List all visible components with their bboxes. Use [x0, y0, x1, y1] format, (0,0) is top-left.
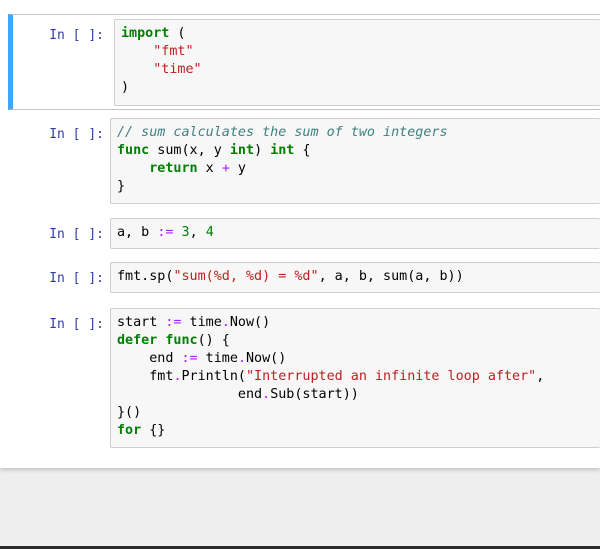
- code-token: return: [149, 161, 198, 176]
- code-cell-print[interactable]: In [ ]: fmt.sp("sum(%d, %d) = %d", a, b,…: [8, 257, 600, 297]
- cell-prompt: In [ ]:: [49, 28, 104, 43]
- code-token: Now(): [229, 315, 271, 330]
- code-text[interactable]: a, b := 3, 4: [111, 219, 600, 242]
- code-token: func: [165, 333, 198, 348]
- code-token: 3: [181, 225, 190, 240]
- code-editor[interactable]: import ( "fmt" "time" ): [114, 19, 600, 106]
- code-token: }(): [117, 405, 142, 420]
- code-token: "Interrupted an infinite loop after": [246, 369, 537, 384]
- code-text[interactable]: start := time.Now() defer func() { end :…: [111, 309, 600, 440]
- code-text[interactable]: // sum calculates the sum of two integer…: [111, 119, 600, 196]
- code-token: sum(x, y: [149, 143, 230, 158]
- code-token: "time": [153, 62, 202, 77]
- code-token: defer: [117, 333, 158, 348]
- code-token: {: [294, 143, 311, 158]
- code-token: end: [117, 387, 263, 402]
- code-token: start: [117, 315, 166, 330]
- code-cell-sum-func[interactable]: In [ ]: // sum calculates the sum of two…: [8, 113, 600, 207]
- code-token: func: [117, 143, 150, 158]
- code-token: int: [270, 143, 295, 158]
- code-token: :=: [157, 225, 174, 240]
- code-token: fmt: [117, 369, 174, 384]
- code-token: ,: [536, 369, 545, 384]
- code-cell-loop[interactable]: In [ ]: start := time.Now() defer func()…: [8, 303, 600, 451]
- code-token: time: [197, 351, 238, 366]
- code-token: , a, b, sum(a, b)): [318, 269, 464, 284]
- code-token: end: [117, 351, 182, 366]
- cell-prompt: In [ ]:: [49, 127, 104, 142]
- code-token: time: [181, 315, 222, 330]
- code-token: "sum(%d, %d) = %d": [173, 269, 319, 284]
- code-token: fmt.sp(: [117, 269, 174, 284]
- code-token: :=: [181, 351, 198, 366]
- code-token: // sum calculates the sum of two integer…: [117, 125, 448, 140]
- code-cell-assign[interactable]: In [ ]: a, b := 3, 4: [8, 213, 600, 253]
- notebook-container: In [ ]: import ( "fmt" "time" ) In [ ]: …: [0, 0, 600, 468]
- cell-prompt: In [ ]:: [49, 227, 104, 242]
- code-editor[interactable]: // sum calculates the sum of two integer…: [110, 118, 600, 204]
- code-token: 4: [205, 225, 214, 240]
- code-token: "fmt": [153, 44, 194, 59]
- cell-prompt: In [ ]:: [49, 271, 104, 286]
- code-token: for: [117, 423, 142, 438]
- code-token: Sub(start)): [270, 387, 359, 402]
- code-token: +: [221, 161, 230, 176]
- code-token: (: [169, 26, 186, 41]
- code-token: x: [197, 161, 222, 176]
- code-token: }: [117, 179, 126, 194]
- code-token: int: [229, 143, 255, 158]
- code-token: :=: [165, 315, 182, 330]
- code-token: .: [262, 387, 271, 402]
- code-cell-imports[interactable]: In [ ]: import ( "fmt" "time" ): [8, 14, 600, 110]
- code-token: ): [254, 143, 271, 158]
- code-token: y: [229, 161, 246, 176]
- code-text[interactable]: fmt.sp("sum(%d, %d) = %d", a, b, sum(a, …: [111, 263, 600, 286]
- code-token: import: [121, 26, 170, 41]
- code-text[interactable]: import ( "fmt" "time" ): [115, 20, 600, 97]
- code-editor[interactable]: a, b := 3, 4: [110, 218, 600, 249]
- code-token: .: [237, 351, 246, 366]
- code-token: .: [173, 369, 182, 384]
- cell-prompt: In [ ]:: [49, 317, 104, 332]
- code-editor[interactable]: start := time.Now() defer func() { end :…: [110, 308, 600, 448]
- code-token: ,: [189, 225, 206, 240]
- code-token: .: [221, 315, 230, 330]
- code-token: a, b: [117, 225, 158, 240]
- code-token: Now(): [246, 351, 287, 366]
- code-editor[interactable]: fmt.sp("sum(%d, %d) = %d", a, b, sum(a, …: [110, 262, 600, 293]
- code-token: Println(: [181, 369, 247, 384]
- code-token: {}: [141, 423, 166, 438]
- code-token: ): [121, 80, 130, 95]
- code-token: () {: [197, 333, 230, 348]
